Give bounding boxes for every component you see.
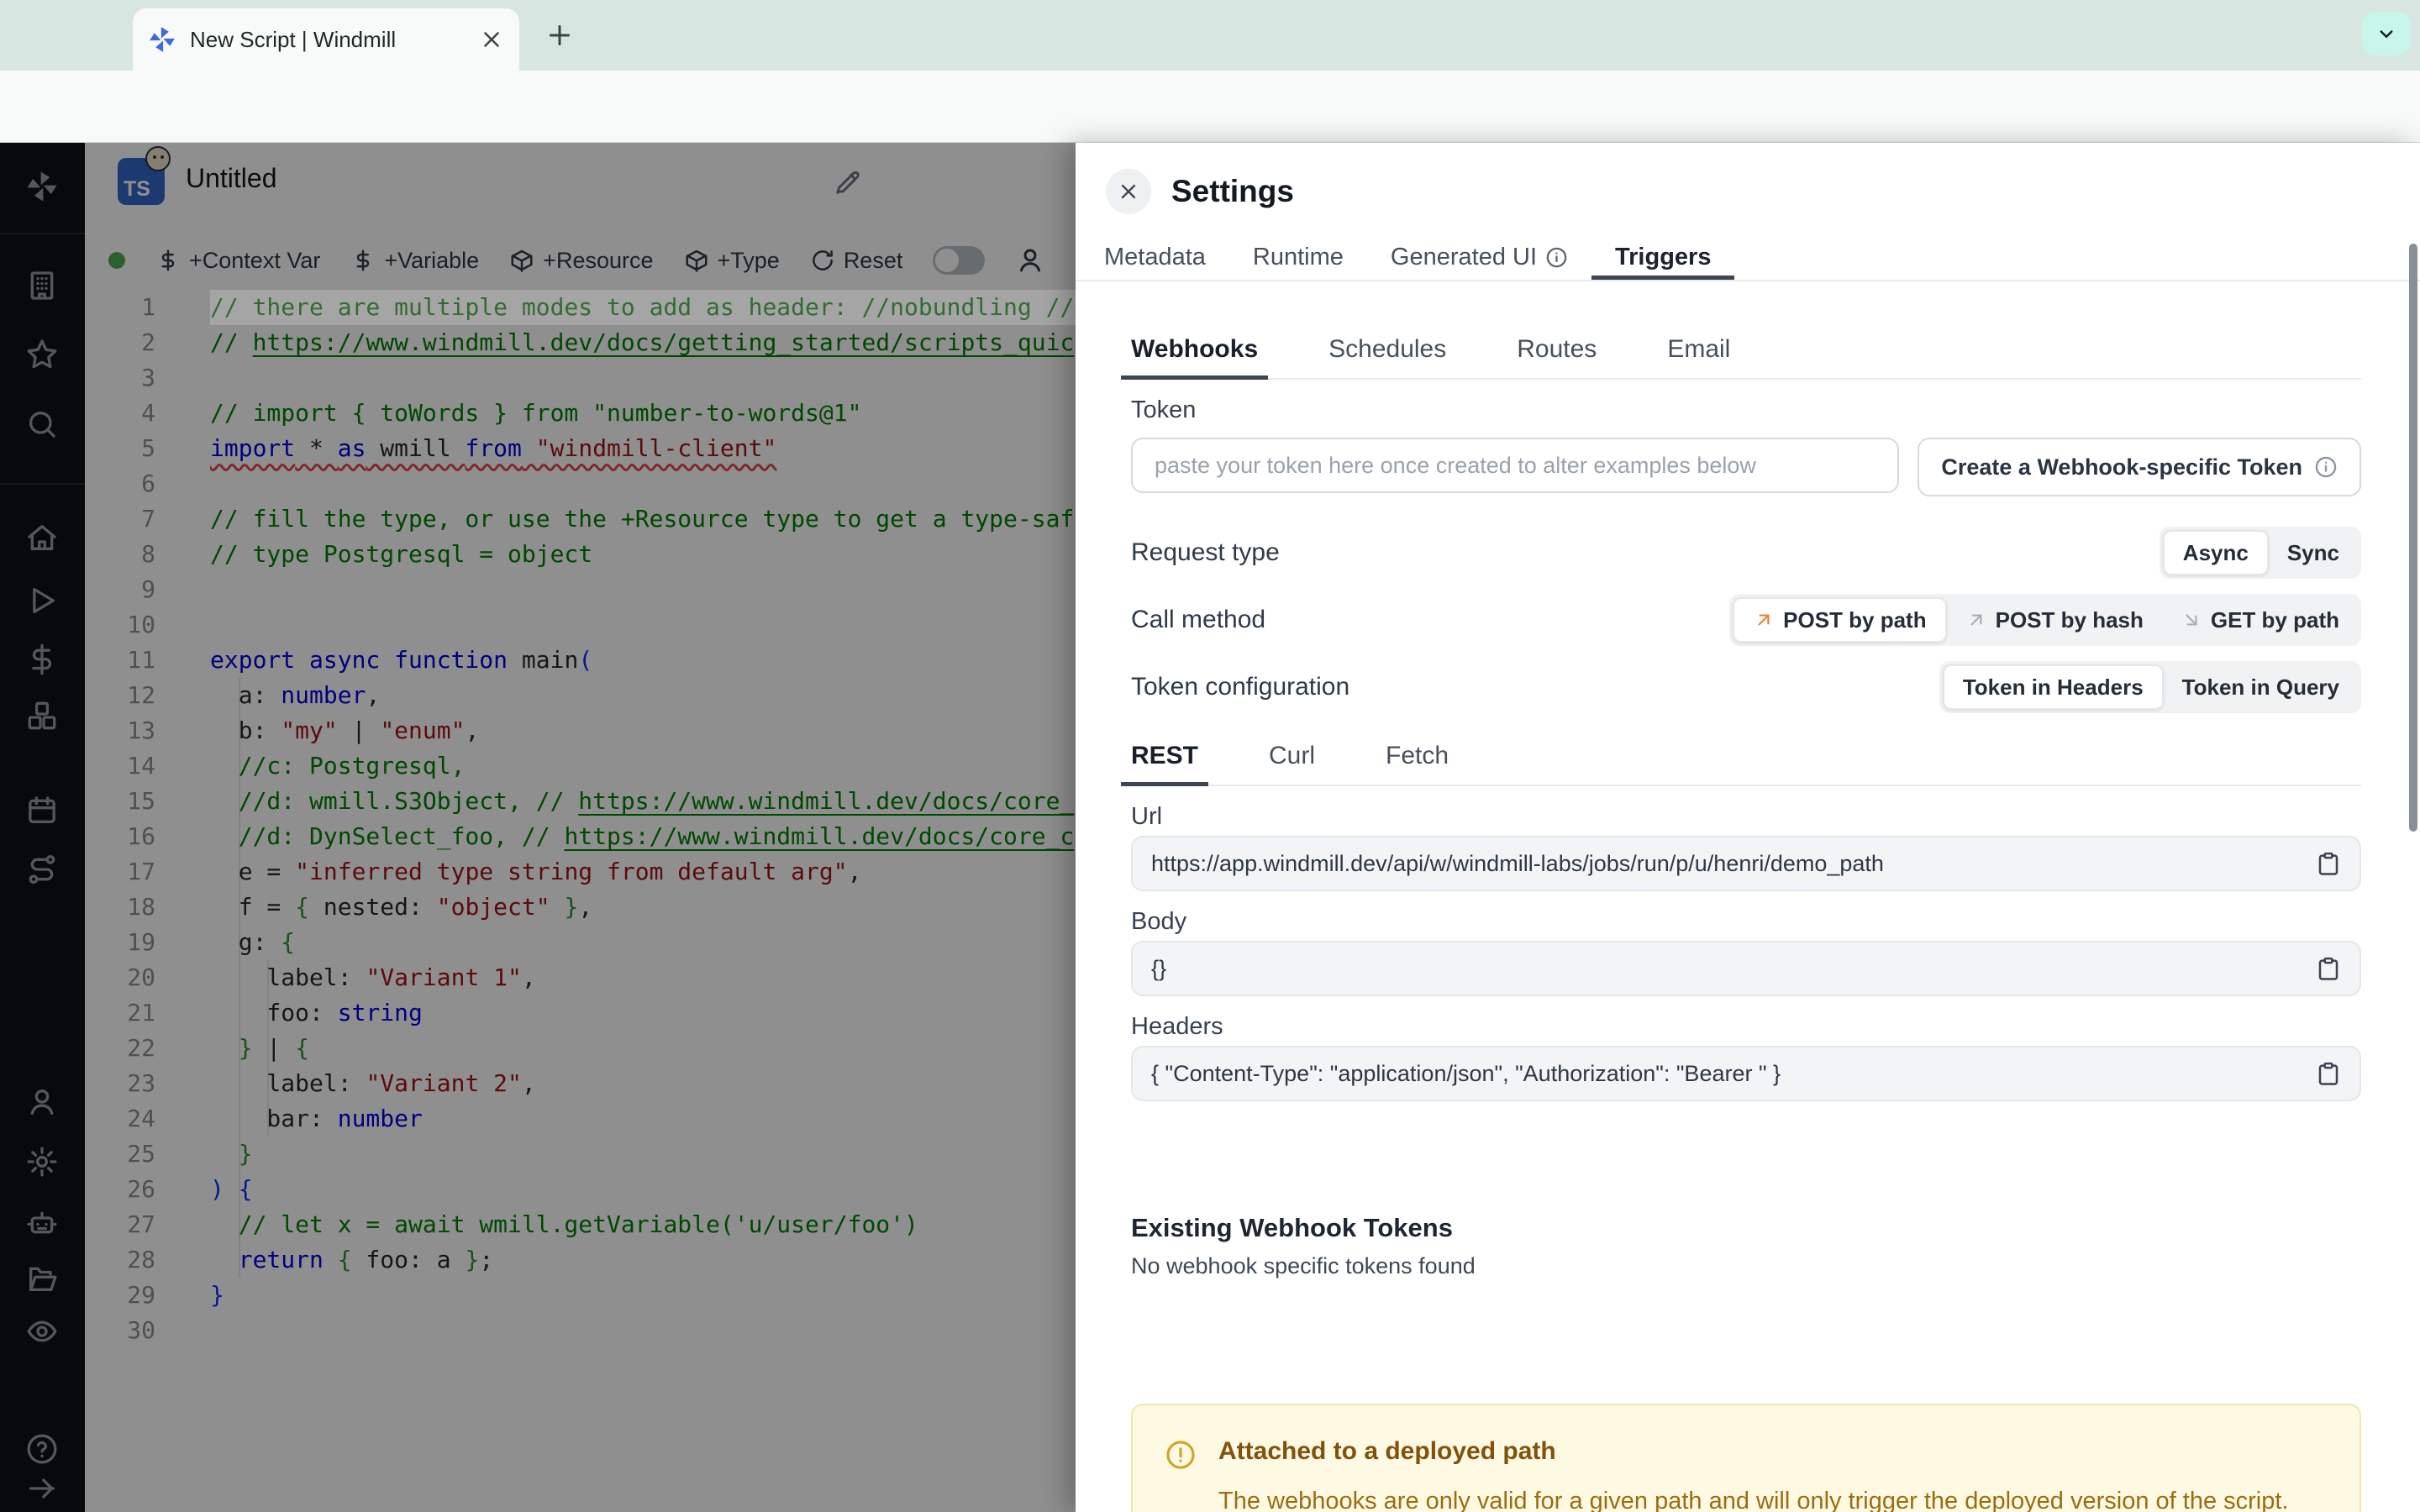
url-field[interactable]: https://app.windmill.dev/api/w/windmill-…: [1131, 836, 2361, 891]
example-tab-rest[interactable]: REST: [1121, 742, 1209, 786]
headers-field[interactable]: { "Content-Type": "application/json", "A…: [1131, 1046, 2361, 1101]
drawer-scrollbar[interactable]: [2409, 244, 2417, 832]
new-tab-button[interactable]: [544, 20, 575, 50]
request-type-label: Request type: [1131, 538, 1280, 566]
call-method-segmented: POST by path POST by hash GET by path: [1729, 594, 2361, 646]
settings-drawer: Settings Metadata Runtime Generated UI Trig…: [1076, 143, 2420, 1512]
post-by-hash-option[interactable]: POST by hash: [1947, 597, 2162, 643]
request-type-row: Request type Async Sync: [1131, 527, 2361, 579]
drawer-title: Settings: [1171, 173, 1294, 208]
trigger-tab-routes[interactable]: Routes: [1507, 335, 1607, 380]
token-in-query-option[interactable]: Token in Query: [2164, 664, 2358, 710]
token-config-segmented: Token in Headers Token in Query: [1939, 661, 2361, 713]
sync-option[interactable]: Sync: [2269, 530, 2358, 575]
token-input[interactable]: [1131, 438, 1900, 493]
tab-generated-ui[interactable]: Generated UI: [1367, 239, 1591, 280]
token-config-row: Token configuration Token in Headers Toke…: [1131, 661, 2361, 713]
browser-chrome: New Script | Windmill app.windmill.dev/s…: [0, 0, 2420, 202]
copy-icon[interactable]: [2316, 851, 2341, 876]
trigger-tab-email[interactable]: Email: [1657, 335, 1740, 380]
call-method-row: Call method POST by path POST by hash GET …: [1131, 594, 2361, 646]
arrow-up-right-icon: [1753, 609, 1775, 631]
call-method-label: Call method: [1131, 606, 1266, 633]
arrow-up-right-icon: [1965, 609, 1987, 631]
chevron-down-icon: [2374, 21, 2399, 46]
url-value: https://app.windmill.dev/api/w/windmill-…: [1151, 850, 1884, 876]
tab-triggers[interactable]: Triggers: [1591, 239, 1735, 280]
body-value: {}: [1151, 955, 1167, 981]
browser-tab[interactable]: New Script | Windmill: [133, 8, 519, 71]
overlay-dim[interactable]: [0, 143, 1076, 1512]
drawer-header: Settings: [1076, 143, 2420, 239]
existing-tokens-section: Existing Webhook Tokens No webhook speci…: [1131, 1213, 2361, 1279]
existing-tokens-empty: No webhook specific tokens found: [1131, 1253, 1476, 1278]
headers-value: { "Content-Type": "application/json", "A…: [1151, 1060, 1781, 1086]
headers-label: Headers: [1131, 1013, 1223, 1040]
existing-tokens-title: Existing Webhook Tokens: [1131, 1213, 1453, 1242]
token-config-label: Token configuration: [1131, 673, 1350, 701]
tab-title: New Script | Windmill: [190, 26, 397, 52]
create-webhook-token-button[interactable]: Create a Webhook-specific Token: [1918, 438, 2361, 496]
tab-metadata[interactable]: Metadata: [1081, 239, 1229, 280]
example-fields: Url https://app.windmill.dev/api/w/windmi…: [1131, 803, 2361, 1101]
get-by-path-option[interactable]: GET by path: [2162, 597, 2358, 643]
tab-close-icon[interactable]: [479, 27, 504, 52]
close-button[interactable]: [1106, 168, 1151, 214]
async-option[interactable]: Async: [2162, 530, 2269, 575]
token-label: Token: [1131, 396, 1197, 423]
url-label: Url: [1131, 803, 1163, 830]
trigger-tab-webhooks[interactable]: Webhooks: [1121, 335, 1269, 380]
info-icon: [1545, 246, 1568, 269]
warning-icon: [1165, 1439, 1197, 1471]
copy-icon[interactable]: [2316, 956, 2341, 981]
active-line-highlight: [210, 290, 1076, 325]
close-icon: [1117, 180, 1140, 203]
trigger-tab-schedules[interactable]: Schedules: [1318, 335, 1456, 380]
tab-search-chevron-button[interactable]: [2362, 12, 2411, 55]
windmill-favicon-icon: [148, 25, 176, 54]
example-tabs: REST Curl Fetch: [1121, 742, 2361, 786]
example-tab-curl[interactable]: Curl: [1259, 742, 1325, 786]
post-by-path-option[interactable]: POST by path: [1733, 597, 1947, 643]
drawer-body: Webhooks Schedules Routes Email Token Creat…: [1076, 335, 2420, 1512]
warning-text: The webhooks are only valid for a given …: [1218, 1488, 2289, 1512]
token-in-headers-option[interactable]: Token in Headers: [1942, 664, 2164, 710]
settings-tabs: Metadata Runtime Generated UI Triggers: [1076, 239, 2420, 281]
token-row: Create a Webhook-specific Token: [1131, 438, 2361, 496]
warning-title: Attached to a deployed path: [1218, 1437, 1556, 1465]
arrow-down-right-icon: [2181, 609, 2202, 631]
deployed-path-warning: Attached to a deployed path The webhooks…: [1131, 1404, 2361, 1512]
request-type-segmented: Async Sync: [2159, 527, 2361, 579]
browser-toolbar: app.windmill.dev/scripts/add#JTdCJTIyaGF…: [0, 71, 2420, 202]
info-icon: [2314, 455, 2338, 479]
example-tab-fetch[interactable]: Fetch: [1376, 742, 1459, 786]
windmill-app: TS Untitled +Context Var +Variable +Resour…: [0, 143, 2420, 1512]
body-label: Body: [1131, 908, 1187, 935]
body-field[interactable]: {}: [1131, 941, 2361, 996]
copy-icon[interactable]: [2316, 1061, 2341, 1086]
trigger-tabs: Webhooks Schedules Routes Email: [1121, 335, 2361, 380]
tab-runtime[interactable]: Runtime: [1229, 239, 1367, 280]
